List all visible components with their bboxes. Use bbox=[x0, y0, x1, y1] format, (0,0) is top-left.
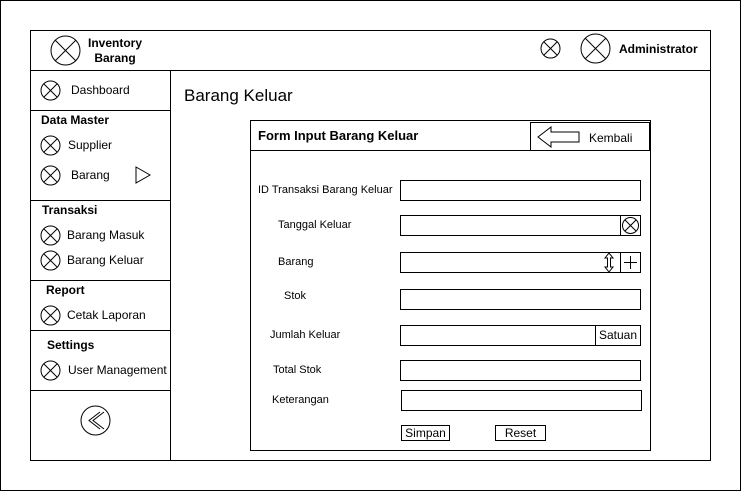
sidebar-item-cetak-laporan[interactable]: Cetak Laporan bbox=[67, 308, 146, 322]
satuan-addon: Satuan bbox=[595, 325, 641, 346]
tanggal-keluar-input[interactable] bbox=[400, 215, 641, 236]
total-stok-input[interactable] bbox=[400, 360, 641, 381]
app-logo-icon bbox=[50, 35, 81, 66]
reset-button[interactable]: Reset bbox=[495, 425, 546, 441]
label-keterangan: Keterangan bbox=[272, 394, 329, 406]
user-avatar-icon[interactable] bbox=[580, 33, 611, 64]
section-title-settings: Settings bbox=[47, 338, 95, 352]
user-management-icon bbox=[40, 360, 61, 381]
user-name[interactable]: Administrator bbox=[619, 42, 698, 56]
add-barang-button[interactable] bbox=[620, 252, 641, 273]
sidebar-divider bbox=[170, 70, 171, 461]
plus-icon bbox=[624, 256, 637, 269]
sidebar-item-barang[interactable]: Barang bbox=[71, 168, 110, 182]
supplier-icon bbox=[40, 135, 61, 156]
app-title-line1: Inventory bbox=[87, 36, 142, 50]
dashboard-icon bbox=[40, 80, 61, 101]
sidebar-separator bbox=[30, 390, 170, 391]
sidebar-separator bbox=[30, 280, 170, 281]
label-total-stok: Total Stok bbox=[273, 364, 322, 376]
jumlah-keluar-input[interactable] bbox=[400, 325, 596, 346]
label-jumlah-keluar: Jumlah Keluar bbox=[270, 329, 341, 341]
app-title-line2: Barang bbox=[94, 51, 136, 65]
section-title-data-master: Data Master bbox=[41, 113, 110, 127]
sidebar-item-dashboard[interactable]: Dashboard bbox=[71, 83, 130, 97]
app-title: Inventory Barang bbox=[84, 36, 146, 66]
form-title: Form Input Barang Keluar bbox=[258, 128, 419, 143]
header-divider bbox=[30, 70, 711, 71]
id-transaksi-input[interactable] bbox=[400, 180, 641, 201]
stok-input[interactable] bbox=[400, 289, 641, 310]
sidebar-item-barang-masuk[interactable]: Barang Masuk bbox=[67, 228, 144, 242]
arrow-left-icon bbox=[537, 125, 581, 153]
notification-icon[interactable] bbox=[540, 38, 561, 59]
sidebar-separator bbox=[30, 110, 170, 111]
label-id-transaksi: ID Transaksi Barang Keluar bbox=[258, 184, 393, 196]
expand-arrow-icon[interactable] bbox=[134, 166, 152, 189]
barang-masuk-icon bbox=[40, 225, 61, 246]
sidebar-item-supplier[interactable]: Supplier bbox=[68, 138, 112, 152]
back-button[interactable]: Kembali bbox=[530, 122, 650, 151]
keterangan-input[interactable] bbox=[401, 390, 642, 411]
page-title: Barang Keluar bbox=[184, 86, 293, 105]
sidebar-item-barang-keluar[interactable]: Barang Keluar bbox=[67, 253, 144, 267]
section-title-transaksi: Transaksi bbox=[42, 203, 98, 217]
date-picker-button[interactable] bbox=[620, 215, 641, 236]
label-barang: Barang bbox=[278, 256, 314, 268]
barang-keluar-icon bbox=[40, 250, 61, 271]
sidebar-separator bbox=[30, 330, 170, 331]
sidebar-item-user-management[interactable]: User Management bbox=[68, 363, 167, 377]
back-button-label: Kembali bbox=[589, 131, 633, 145]
sidebar-separator bbox=[30, 200, 170, 201]
cetak-laporan-icon bbox=[40, 305, 61, 326]
save-button[interactable]: Simpan bbox=[401, 425, 450, 441]
label-tanggal-keluar: Tanggal Keluar bbox=[278, 219, 352, 231]
section-title-report: Report bbox=[46, 283, 85, 297]
select-arrows-icon[interactable] bbox=[601, 252, 617, 273]
label-stok: Stok bbox=[284, 290, 307, 302]
barang-icon bbox=[40, 165, 61, 186]
calendar-icon bbox=[622, 217, 639, 234]
collapse-sidebar-icon[interactable] bbox=[80, 405, 111, 441]
